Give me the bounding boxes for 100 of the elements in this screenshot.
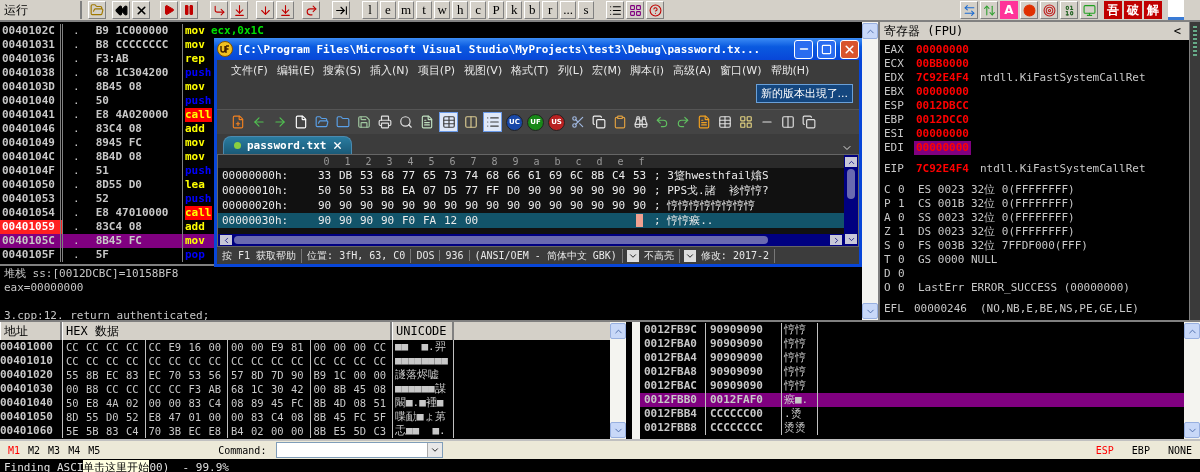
unicode-text: 闞■.■褈■ [392, 396, 454, 410]
column-header: 地址 [0, 322, 62, 340]
byte-cell-text: 33 [316, 168, 333, 183]
jump-marker: . [73, 94, 80, 108]
address-cell: 0040103D [0, 80, 63, 94]
byte-cell-text: 90 [631, 198, 648, 213]
hex-bytes: EC 70 53 56 [144, 368, 227, 382]
byte-cell-text: 90 [568, 198, 585, 213]
ruler-label: 9 [511, 155, 520, 168]
jump-marker: . [73, 52, 80, 66]
stack-text: 悙悙 [782, 323, 818, 337]
mnemonic: push [185, 192, 212, 206]
address-cell: 0012FBA8 [640, 365, 706, 379]
byte-cell-text: C4 [610, 168, 627, 183]
ruler-label: a [532, 155, 541, 168]
hex-bytes: E8 47 01 00 [144, 410, 227, 424]
unicode-text: ■■■■■■■■ [392, 354, 454, 368]
jump-marker: . [73, 234, 80, 248]
flag-name: T [884, 253, 892, 267]
byte-cell-text: 74 [463, 168, 480, 183]
register-name: EDX [884, 71, 905, 85]
byte-cell-text: 90 [442, 198, 459, 213]
byte-cell-text: F0 [400, 213, 417, 228]
stack-text: 悙悙 [782, 365, 818, 379]
command-label: Command: [218, 444, 267, 456]
address-cell: 0040105F [0, 248, 63, 262]
byte-cell-text: 6C [568, 168, 585, 183]
stack-text: .烫 [782, 407, 818, 421]
ruler-label: 5 [427, 155, 436, 168]
byte-cell-text: 90 [547, 183, 564, 198]
hex-bytes: 00 8B 45 08 [309, 382, 392, 396]
segment-info: SS 0023 32位 0(FFFFFFFF) [918, 211, 1076, 225]
address-cell-text: 00401010 [0, 354, 54, 368]
address-cell-text: 00401000 [0, 340, 54, 354]
segment-info: LastErr ERROR_SUCCESS (00000000) [918, 281, 1131, 295]
address-cell: 00401053 [0, 192, 63, 206]
status-field: 位置: 3fH, 63, C0 [302, 248, 412, 263]
stack-value: 90909090 [706, 323, 782, 337]
byte-cell-text: 90 [589, 198, 606, 213]
register-name: EFL [884, 302, 905, 316]
ruler-label: b [553, 155, 562, 168]
byte-cell-text: 90 [484, 198, 501, 213]
flag-name: Z [884, 225, 892, 239]
register-name: EBX [884, 85, 905, 99]
address-cell-text: 00401050 [0, 410, 54, 424]
window-title: [C:\Program Files\Microsoft Visual Studio\MyProjects\test3\Debug\password.tx... [237, 42, 762, 56]
byte-cell-text: B8 [379, 183, 396, 198]
stack-value: 0012FAF0 [706, 393, 782, 407]
byte-cell-text: D5 [442, 183, 459, 198]
byte-cell-text: 90 [316, 213, 333, 228]
byte-cell-text: EA [400, 183, 417, 198]
ascii-text: ; 3跾hwesthfail嬆S [653, 168, 769, 183]
jump-marker: . [73, 122, 80, 136]
hex-bytes: 8945 FC [95, 136, 142, 150]
mnemonic: mov [185, 234, 205, 248]
ascii-text: ; 悙悙悙悙悙悙悙悙 [653, 198, 756, 213]
address-cell: 0040104C [0, 150, 63, 164]
register-name: ESI [884, 127, 905, 141]
hex-bytes: 08 89 45 FC [227, 396, 310, 410]
stack-value: 90909090 [706, 351, 782, 365]
hex-bytes: 00 83 C4 08 [227, 410, 310, 424]
flag-name: D [884, 267, 892, 281]
byte-cell-text: 66 [505, 168, 522, 183]
mnemonic: mov [185, 136, 205, 150]
jump-marker: . [73, 206, 80, 220]
ruler-label: 8 [490, 155, 499, 168]
byte-cell-text: 68 [379, 168, 396, 183]
status-field: 按 F1 获取帮助 [217, 248, 303, 263]
offset-cell-text: 00000000h: [221, 168, 290, 183]
segment-info: ES 0023 32位 0(FFFFFFFF) [918, 183, 1076, 197]
byte-cell-text: 90 [526, 183, 543, 198]
byte-cell-text: 90 [610, 183, 627, 198]
ruler-label: 0 [322, 155, 331, 168]
hex-bytes: 00 00 E9 81 [227, 340, 310, 354]
flag-name: A [884, 211, 892, 225]
mnemonic: pop [185, 248, 205, 262]
hex-bytes: B8 CCCCCCCC [95, 38, 169, 52]
hex-bytes: 8D55 D0 [95, 178, 142, 192]
byte-cell-text: 77 [400, 168, 417, 183]
flag-name: C [884, 183, 892, 197]
stack-value: 90909090 [706, 365, 782, 379]
status-field: (ANSI/OEM - 简体中文 GBK) [469, 248, 623, 263]
byte-cell-text: DB [337, 168, 354, 183]
byte-cell-text: 73 [442, 168, 459, 183]
offset-cell-text: 00000010h: [221, 183, 290, 198]
hex-bytes: 68 1C 30 42 [227, 382, 310, 396]
jump-marker: . [73, 248, 80, 262]
byte-cell-text: 90 [631, 183, 648, 198]
byte-cell-text: 90 [379, 198, 396, 213]
jump-marker: . [73, 136, 80, 150]
register-name: EDI [884, 141, 905, 155]
mnemonic: push [185, 66, 212, 80]
hex-bytes: 50 E8 4A 02 [62, 396, 145, 410]
flag-name: S [884, 239, 892, 253]
segment-info: CS 001B 32位 0(FFFFFFFF) [918, 197, 1076, 211]
address-cell: 0012FBB4 [640, 407, 706, 421]
byte-cell-text: 90 [547, 198, 564, 213]
mnemonic: mov [185, 80, 205, 94]
address-cell: 0012FBB8 [640, 421, 706, 435]
byte-cell-text: 90 [421, 198, 438, 213]
